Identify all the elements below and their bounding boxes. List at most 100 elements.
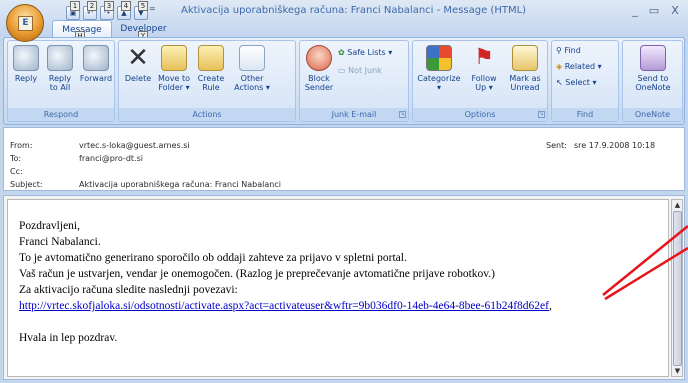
forward-label: Forward	[79, 74, 113, 83]
body-line-closing: Hvala in lep pozdrav.	[19, 332, 118, 344]
reply-all-label-1: Reply	[48, 74, 72, 83]
safe-lists-label: Safe Lists ▾	[347, 48, 393, 57]
move-label-1: Move to	[157, 74, 191, 83]
not-junk-icon: ▭	[338, 66, 346, 75]
sent-value: sre 17.9.2008 10:18	[574, 141, 656, 150]
delete-label: Delete	[124, 74, 152, 83]
group-respond: Reply Reply to All Forward Respond	[7, 40, 115, 122]
select-label: Select ▾	[565, 78, 597, 87]
office-logo-icon: E	[18, 16, 33, 31]
sent-label: Sent:	[546, 141, 567, 150]
minimize-button[interactable]: _	[627, 4, 643, 18]
follow-label-2: Up ▾	[475, 83, 493, 92]
create-rule-button[interactable]: Create Rule	[194, 45, 228, 92]
follow-up-flag-icon: ⚑	[474, 45, 494, 70]
subject-label: Subject:	[10, 180, 43, 189]
scroll-thumb[interactable]	[673, 211, 682, 366]
reply-button[interactable]: Reply	[10, 45, 42, 83]
related-button[interactable]: ◈ Related ▾	[556, 61, 602, 73]
body-line-activation: Za aktivacijo računa sledite naslednji p…	[19, 284, 238, 296]
to-label: To:	[10, 154, 22, 163]
related-icon: ◈	[556, 62, 563, 71]
follow-label-1: Follow	[471, 74, 497, 83]
select-icon: ↖	[556, 78, 563, 87]
reply-icon	[13, 45, 39, 71]
other-label-2: Actions ▾	[234, 83, 270, 92]
keytip-2: 2	[87, 1, 97, 11]
group-label-actions: Actions	[119, 108, 295, 121]
group-label-options: Options	[413, 108, 547, 121]
activation-link[interactable]: http://vrtec.skofjaloka.si/odsotnosti/ac…	[19, 300, 549, 312]
junk-dialog-launcher-icon[interactable]: ↘	[399, 111, 406, 118]
group-label-respond: Respond	[8, 108, 114, 121]
activation-link-line: http://vrtec.skofjaloka.si/odsotnosti/ac…	[19, 298, 668, 314]
subject-value: Aktivacija uporabniškega računa: Franci …	[79, 180, 281, 189]
reply-all-label-2: to All	[49, 83, 71, 92]
group-junk-email: Block Sender ✿ Safe Lists ▾ ▭ Not Junk J…	[299, 40, 409, 122]
safe-lists-button[interactable]: ✿ Safe Lists ▾	[338, 47, 392, 59]
office-button[interactable]: E	[6, 4, 44, 42]
create-rule-icon	[198, 45, 224, 71]
scroll-up-icon[interactable]: ▲	[673, 200, 682, 210]
body-line-name: Franci Nabalanci.	[19, 236, 101, 248]
reply-all-icon	[47, 45, 73, 71]
find-button[interactable]: ⚲ Find	[556, 45, 581, 57]
move-to-folder-button[interactable]: Move to Folder ▾	[156, 45, 192, 92]
message-body: Pozdravljeni, Franci Nabalanci. To je av…	[7, 199, 669, 377]
body-line-auto: To je avtomatično generirano sporočilo o…	[19, 252, 407, 264]
from-value[interactable]: vrtec.s-loka@guest.arnes.si	[79, 141, 190, 150]
mark-label-1: Mark as	[509, 74, 541, 83]
block-sender-button[interactable]: Block Sender	[302, 45, 336, 92]
categorize-icon	[426, 45, 452, 71]
to-value[interactable]: franci@pro-dt.si	[79, 154, 143, 163]
message-header: From: vrtec.s-loka@guest.arnes.si To: fr…	[3, 127, 685, 191]
mark-as-unread-button[interactable]: Mark as Unread	[505, 45, 545, 92]
cc-label: Cc:	[10, 167, 23, 176]
message-body-pane: Pozdravljeni, Franci Nabalanci. To je av…	[3, 195, 685, 380]
body-line-account: Vaš račun je ustvarjen, vendar je onemog…	[19, 268, 495, 280]
other-actions-icon	[239, 45, 265, 71]
group-onenote: Send to OneNote OneNote	[622, 40, 683, 122]
other-label-1: Other	[240, 74, 264, 83]
customize-qat-icon[interactable]: =	[149, 4, 156, 13]
body-line-greeting: Pozdravljeni,	[19, 220, 80, 232]
forward-button[interactable]: Forward	[78, 45, 114, 83]
select-button[interactable]: ↖ Select ▾	[556, 77, 597, 89]
ribbon-tabs: Message Developer H Y ?	[0, 20, 688, 54]
follow-up-button[interactable]: ⚑ Follow Up ▾	[464, 45, 504, 92]
delete-icon: ✕	[127, 43, 149, 73]
send-to-onenote-button[interactable]: Send to OneNote	[627, 45, 679, 92]
close-button[interactable]: X	[667, 4, 683, 18]
keytip-5: 5	[138, 1, 148, 11]
group-actions: ✕ Delete Move to Folder ▾ Create Rule Ot…	[118, 40, 296, 122]
keytip-3: 3	[104, 1, 114, 11]
categorize-label: Categorize	[417, 74, 461, 83]
create-label-2: Rule	[202, 83, 220, 92]
keytip-1: 1	[70, 1, 80, 11]
scroll-down-icon[interactable]: ▼	[673, 366, 682, 376]
onenote-label-1: Send to	[637, 74, 669, 83]
link-suffix: ,	[549, 300, 552, 312]
move-label-2: Folder ▾	[158, 83, 190, 92]
find-label: Find	[564, 46, 581, 55]
reply-label: Reply	[14, 74, 38, 83]
delete-button[interactable]: ✕ Delete	[121, 45, 155, 83]
from-label: From:	[10, 141, 33, 150]
vertical-scrollbar[interactable]: ▲ ▼	[671, 199, 683, 377]
forward-icon	[83, 45, 109, 71]
maximize-button[interactable]: ▭	[646, 4, 662, 18]
categorize-arrow: ▾	[436, 83, 441, 92]
categorize-button[interactable]: Categorize ▾	[415, 45, 463, 92]
reply-all-button[interactable]: Reply to All	[44, 45, 76, 92]
block-label-2: Sender	[304, 83, 334, 92]
mark-label-2: Unread	[510, 83, 540, 92]
not-junk-button[interactable]: ▭ Not Junk	[338, 65, 382, 77]
other-actions-button[interactable]: Other Actions ▾	[230, 45, 274, 92]
create-label-1: Create	[197, 74, 225, 83]
group-find: ⚲ Find ◈ Related ▾ ↖ Select ▾ Find	[551, 40, 619, 122]
options-dialog-launcher-icon[interactable]: ↘	[538, 111, 545, 118]
safe-lists-icon: ✿	[338, 48, 345, 57]
ribbon: Reply Reply to All Forward Respond ✕ Del…	[3, 37, 685, 125]
onenote-label-2: OneNote	[635, 83, 671, 92]
